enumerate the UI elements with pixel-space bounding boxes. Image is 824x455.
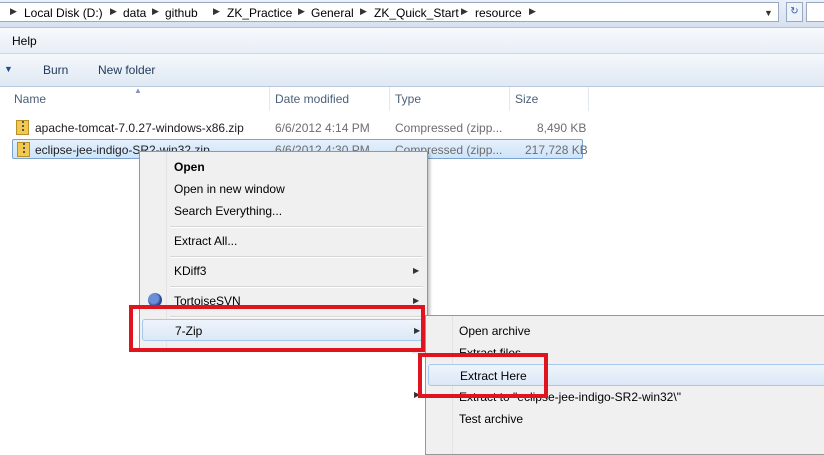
breadcrumb-item-github[interactable]: github — [165, 6, 198, 20]
column-header-row: ▲ Name Date modified Type Size — [0, 86, 824, 111]
menu-bar: Help — [0, 28, 824, 54]
menu-separator — [170, 226, 423, 228]
menu-item-search-everything[interactable]: Search Everything... — [142, 200, 425, 222]
new-folder-button[interactable]: New folder — [98, 63, 155, 77]
refresh-button[interactable]: ↻ — [786, 2, 803, 22]
menu-item-label: KDiff3 — [174, 264, 207, 278]
zip-folder-icon — [16, 120, 29, 135]
breadcrumb-item-resource[interactable]: resource — [475, 6, 522, 20]
file-name: apache-tomcat-7.0.27-windows-x86.zip — [35, 121, 244, 135]
menu-item-open[interactable]: Open — [142, 156, 425, 178]
breadcrumb-item-data[interactable]: data — [123, 6, 146, 20]
burn-button[interactable]: Burn — [43, 63, 68, 77]
breadcrumb-item-general[interactable]: General — [311, 6, 354, 20]
chevron-right-icon[interactable]: ▶ — [152, 6, 159, 17]
menu-item-label: Open — [174, 160, 205, 174]
file-type: Compressed (zipp... — [395, 121, 503, 135]
menu-item-label: Search Everything... — [174, 204, 283, 218]
submenu-arrow-icon: ▶ — [413, 266, 420, 275]
menu-item-label: Extract All... — [174, 234, 238, 248]
chevron-down-icon[interactable]: ▼ — [764, 8, 773, 18]
chevron-right-icon[interactable]: ▶ — [298, 6, 305, 17]
refresh-icon: ↻ — [790, 6, 799, 17]
column-date-modified[interactable]: Date modified — [275, 92, 349, 106]
menu-item-kdiff3[interactable]: KDiff3 ▶ — [142, 260, 425, 282]
menu-item-open-new-window[interactable]: Open in new window — [142, 178, 425, 200]
search-input[interactable] — [806, 2, 824, 22]
annotation-highlight-7zip — [129, 305, 425, 352]
column-size[interactable]: Size — [515, 92, 538, 106]
column-name[interactable]: Name — [14, 92, 46, 106]
file-row[interactable]: apache-tomcat-7.0.27-windows-x86.zip 6/6… — [12, 118, 587, 138]
file-date: 6/6/2012 4:14 PM — [275, 121, 370, 135]
column-divider[interactable] — [389, 87, 390, 111]
chevron-right-icon[interactable]: ▶ — [213, 6, 220, 17]
column-divider[interactable] — [509, 87, 510, 111]
chevron-right-icon[interactable]: ▶ — [529, 6, 536, 17]
breadcrumb[interactable]: ▶ Local Disk (D:) ▶ data ▶ github ▶ ZK_P… — [0, 2, 779, 22]
menu-item-label: Open archive — [459, 324, 531, 338]
menu-help[interactable]: Help — [12, 34, 37, 48]
zip-folder-icon — [17, 142, 30, 157]
column-type[interactable]: Type — [395, 92, 421, 106]
menu-separator — [170, 256, 423, 258]
menu-separator — [170, 286, 423, 288]
column-divider[interactable] — [588, 87, 589, 111]
menu-item-label: Test archive — [459, 412, 524, 426]
column-divider[interactable] — [269, 87, 270, 111]
chevron-right-icon[interactable]: ▶ — [10, 6, 17, 17]
breadcrumb-item-zk-practice[interactable]: ZK_Practice — [227, 6, 292, 20]
submenu-arrow-icon: ▶ — [413, 296, 420, 305]
annotation-highlight-extract-here — [418, 353, 548, 398]
file-size: 8,490 KB — [537, 121, 587, 135]
organize-dropdown-icon[interactable]: ▼ — [4, 64, 13, 74]
screenshot-mask — [126, 350, 412, 438]
menu-item-open-archive[interactable]: Open archive — [428, 320, 824, 342]
breadcrumb-item-zk-quick-start[interactable]: ZK_Quick_Start — [374, 6, 459, 20]
sort-ascending-icon: ▲ — [134, 86, 142, 95]
address-bar: ▶ Local Disk (D:) ▶ data ▶ github ▶ ZK_P… — [0, 0, 824, 28]
command-bar: ▼ Burn New folder — [0, 54, 824, 87]
file-size: 217,728 KB — [525, 143, 588, 157]
menu-item-extract-all[interactable]: Extract All... — [142, 230, 425, 252]
breadcrumb-item-local-disk[interactable]: Local Disk (D:) — [24, 6, 103, 20]
chevron-right-icon[interactable]: ▶ — [110, 6, 117, 17]
chevron-right-icon[interactable]: ▶ — [461, 6, 468, 17]
menu-item-test-archive[interactable]: Test archive — [428, 408, 824, 430]
chevron-right-icon[interactable]: ▶ — [360, 6, 367, 17]
menu-item-label: Open in new window — [174, 182, 285, 196]
